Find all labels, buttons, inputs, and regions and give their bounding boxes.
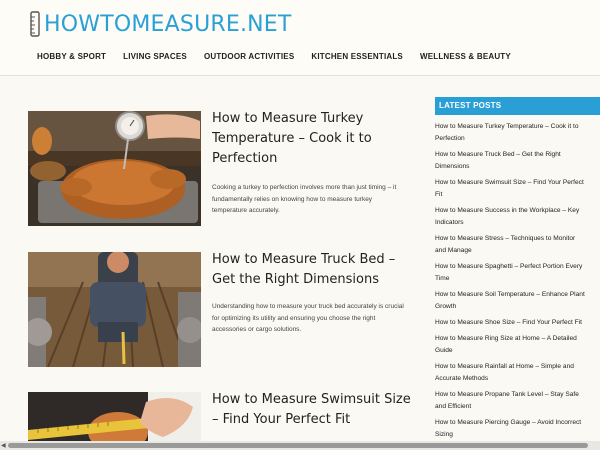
latest-post-link[interactable]: How to Measure Stress – Techniques to Mo…: [435, 233, 600, 261]
latest-post-link[interactable]: How to Measure Propane Tank Level – Stay…: [435, 389, 600, 417]
sidebar-heading: LATEST POSTS: [435, 97, 600, 115]
post-title[interactable]: How to Measure Turkey Temperature – Cook…: [212, 109, 412, 169]
scrollbar-thumb[interactable]: [8, 443, 588, 448]
post-card: How to Measure Turkey Temperature – Cook…: [28, 111, 408, 231]
latest-post-link[interactable]: How to Measure Rainfall at Home – Simple…: [435, 361, 600, 389]
latest-post-link[interactable]: How to Measure Turkey Temperature – Cook…: [435, 121, 600, 149]
truck-bed-image: [28, 252, 201, 367]
page: HOWTOMEASURE.NET HOBBY & SPORT LIVING SP…: [0, 0, 600, 450]
nav-item-kitchen-essentials[interactable]: KITCHEN ESSENTIALS: [311, 52, 403, 61]
logo-text: HOWTOMEASURE.NET: [44, 11, 292, 37]
latest-posts-list: How to Measure Turkey Temperature – Cook…: [435, 121, 600, 445]
nav-item-living-spaces[interactable]: LIVING SPACES: [123, 52, 187, 61]
post-excerpt: Cooking a turkey to perfection involves …: [212, 184, 397, 214]
main-nav: HOBBY & SPORT LIVING SPACES OUTDOOR ACTI…: [37, 52, 528, 61]
post-card: How to Measure Truck Bed – Get the Right…: [28, 252, 408, 372]
post-card: How to Measure Swimsuit Size – Find Your…: [28, 392, 411, 444]
latest-post-link[interactable]: How to Measure Soil Temperature – Enhanc…: [435, 289, 600, 317]
site-header: HOWTOMEASURE.NET HOBBY & SPORT LIVING SP…: [0, 0, 600, 76]
swimsuit-tape-image: [28, 392, 201, 444]
latest-post-link[interactable]: How to Measure Swimsuit Size – Find Your…: [435, 177, 600, 205]
post-thumbnail-swimsuit[interactable]: [28, 392, 201, 444]
post-title[interactable]: How to Measure Swimsuit Size – Find Your…: [212, 390, 412, 430]
post-thumbnail-truck-bed[interactable]: [28, 252, 201, 367]
post-excerpt: Understanding how to measure your truck …: [212, 303, 404, 333]
nav-item-outdoor-activities[interactable]: OUTDOOR ACTIVITIES: [204, 52, 294, 61]
post-thumbnail-turkey[interactable]: [28, 111, 201, 226]
latest-post-link[interactable]: How to Measure Success in the Workplace …: [435, 205, 600, 233]
scroll-left-arrow-icon[interactable]: ◀: [1, 442, 6, 449]
latest-post-link[interactable]: How to Measure Ring Size at Home – A Det…: [435, 333, 600, 361]
ruler-icon: [30, 11, 40, 37]
nav-item-hobby-sport[interactable]: HOBBY & SPORT: [37, 52, 106, 61]
sidebar-latest-posts: LATEST POSTS How to Measure Turkey Tempe…: [435, 97, 600, 445]
site-logo[interactable]: HOWTOMEASURE.NET: [28, 9, 292, 39]
latest-post-link[interactable]: How to Measure Spaghetti – Perfect Porti…: [435, 261, 600, 289]
horizontal-scrollbar[interactable]: ◀: [0, 441, 600, 450]
latest-post-link[interactable]: How to Measure Shoe Size – Find Your Per…: [435, 317, 600, 333]
nav-item-wellness-beauty[interactable]: WELLNESS & BEAUTY: [420, 52, 511, 61]
roast-turkey-image: [28, 111, 201, 226]
post-title[interactable]: How to Measure Truck Bed – Get the Right…: [212, 250, 412, 290]
latest-post-link[interactable]: How to Measure Truck Bed – Get the Right…: [435, 149, 600, 177]
